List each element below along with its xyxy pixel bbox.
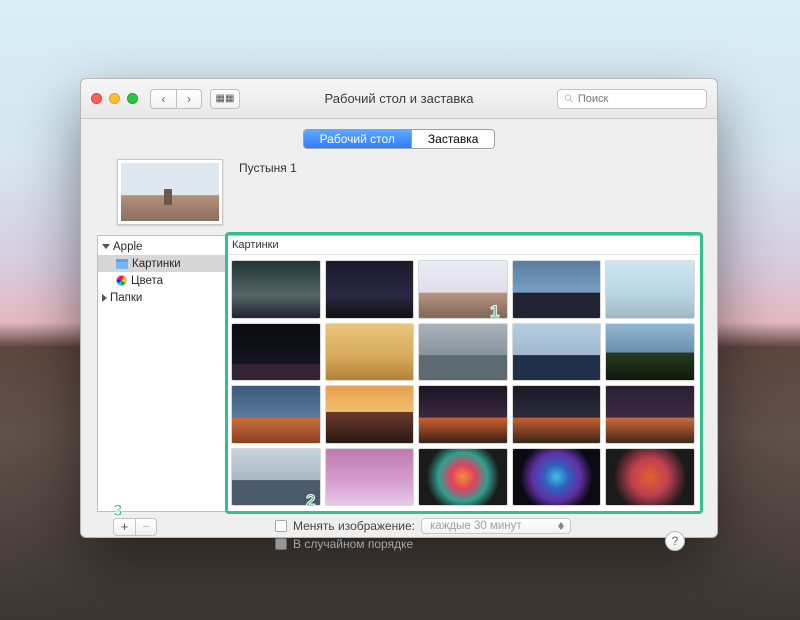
wallpaper-thumb[interactable]: [513, 449, 601, 506]
thumbnails-scroll[interactable]: [226, 255, 700, 511]
wallpaper-thumb[interactable]: [232, 261, 320, 318]
current-wallpaper-preview: [117, 159, 223, 225]
add-remove-buttons: + −: [113, 518, 157, 536]
thumbnails-grid: [226, 255, 700, 511]
folder-icon: [116, 259, 128, 269]
sidebar-item-pictures[interactable]: Картинки: [98, 255, 225, 272]
prefs-window: ‹ › ▦▦ Рабочий стол и заставка Рабочий с…: [80, 78, 718, 538]
wallpaper-thumb[interactable]: [232, 386, 320, 443]
wallpaper-thumb[interactable]: [326, 449, 414, 506]
minimize-icon[interactable]: [109, 93, 120, 104]
change-interval-select[interactable]: каждые 30 минут: [421, 518, 571, 534]
zoom-icon[interactable]: [127, 93, 138, 104]
wallpaper-thumb[interactable]: [513, 324, 601, 381]
wallpaper-thumb[interactable]: [326, 261, 414, 318]
wallpaper-thumb[interactable]: [513, 386, 601, 443]
add-folder-button[interactable]: +: [113, 518, 135, 536]
wallpaper-thumb[interactable]: [419, 386, 507, 443]
wallpaper-image: [121, 163, 219, 221]
tab-desktop[interactable]: Рабочий стол: [304, 130, 411, 148]
wallpaper-thumb[interactable]: [419, 449, 507, 506]
change-picture-row: Менять изображение: каждые 30 минут: [275, 518, 571, 534]
chevron-right-icon: [102, 294, 107, 302]
wallpaper-thumb[interactable]: [606, 324, 694, 381]
change-picture-label: Менять изображение:: [293, 519, 415, 533]
sidebar-label: Цвета: [131, 275, 163, 287]
search-field[interactable]: [557, 89, 707, 109]
change-picture-checkbox[interactable]: [275, 520, 287, 532]
change-options: Менять изображение: каждые 30 минут В сл…: [275, 518, 571, 551]
wallpaper-thumb[interactable]: [232, 324, 320, 381]
thumbnails-pane: Картинки: [226, 236, 700, 511]
wallpaper-thumb[interactable]: [513, 261, 601, 318]
sidebar-item-folders[interactable]: Папки: [98, 289, 225, 306]
chevron-down-icon: [102, 244, 110, 249]
tabs-row: Рабочий стол Заставка: [81, 119, 717, 155]
remove-folder-button[interactable]: −: [135, 518, 157, 536]
tab-segment: Рабочий стол Заставка: [303, 129, 496, 149]
wallpaper-thumb[interactable]: [232, 449, 320, 506]
titlebar: ‹ › ▦▦ Рабочий стол и заставка: [81, 79, 717, 119]
select-value: каждые 30 минут: [430, 520, 522, 532]
content: Пустыня 1 Apple Картинки Цвета Папк: [81, 155, 717, 563]
wallpaper-thumb[interactable]: [326, 324, 414, 381]
traffic-lights: [91, 93, 138, 104]
grid-icon: ▦▦: [216, 93, 235, 104]
wallpaper-thumb[interactable]: [419, 324, 507, 381]
help-button[interactable]: ?: [665, 531, 685, 551]
current-wallpaper-name: Пустыня 1: [239, 159, 297, 175]
color-wheel-icon: [116, 275, 127, 286]
wallpaper-thumb[interactable]: [326, 386, 414, 443]
search-input[interactable]: [578, 93, 700, 105]
wallpaper-browser: Apple Картинки Цвета Папки Картинки: [97, 235, 701, 512]
current-wallpaper-row: Пустыня 1: [97, 155, 701, 235]
sidebar-label: Папки: [110, 292, 142, 304]
random-order-checkbox[interactable]: [275, 538, 287, 550]
sidebar-item-colors[interactable]: Цвета: [98, 272, 225, 289]
sidebar-label: Apple: [113, 241, 142, 253]
sidebar-item-apple[interactable]: Apple: [98, 238, 225, 255]
sidebar-label: Картинки: [132, 258, 181, 270]
wallpaper-thumb[interactable]: [606, 261, 694, 318]
close-icon[interactable]: [91, 93, 102, 104]
back-button[interactable]: ‹: [150, 89, 176, 109]
thumbnails-header: Картинки: [226, 236, 700, 255]
random-order-row: В случайном порядке: [275, 537, 571, 551]
show-all-button[interactable]: ▦▦: [210, 89, 240, 109]
forward-button[interactable]: ›: [176, 89, 202, 109]
wallpaper-thumb[interactable]: [606, 449, 694, 506]
random-order-label: В случайном порядке: [293, 537, 413, 551]
nav-buttons: ‹ ›: [150, 89, 202, 109]
wallpaper-thumb[interactable]: [419, 261, 507, 318]
footer: + − Менять изображение: каждые 30 минут …: [97, 512, 701, 563]
source-sidebar: Apple Картинки Цвета Папки: [98, 236, 226, 511]
tab-screensaver[interactable]: Заставка: [411, 130, 495, 148]
search-icon: [564, 93, 574, 104]
wallpaper-thumb[interactable]: [606, 386, 694, 443]
